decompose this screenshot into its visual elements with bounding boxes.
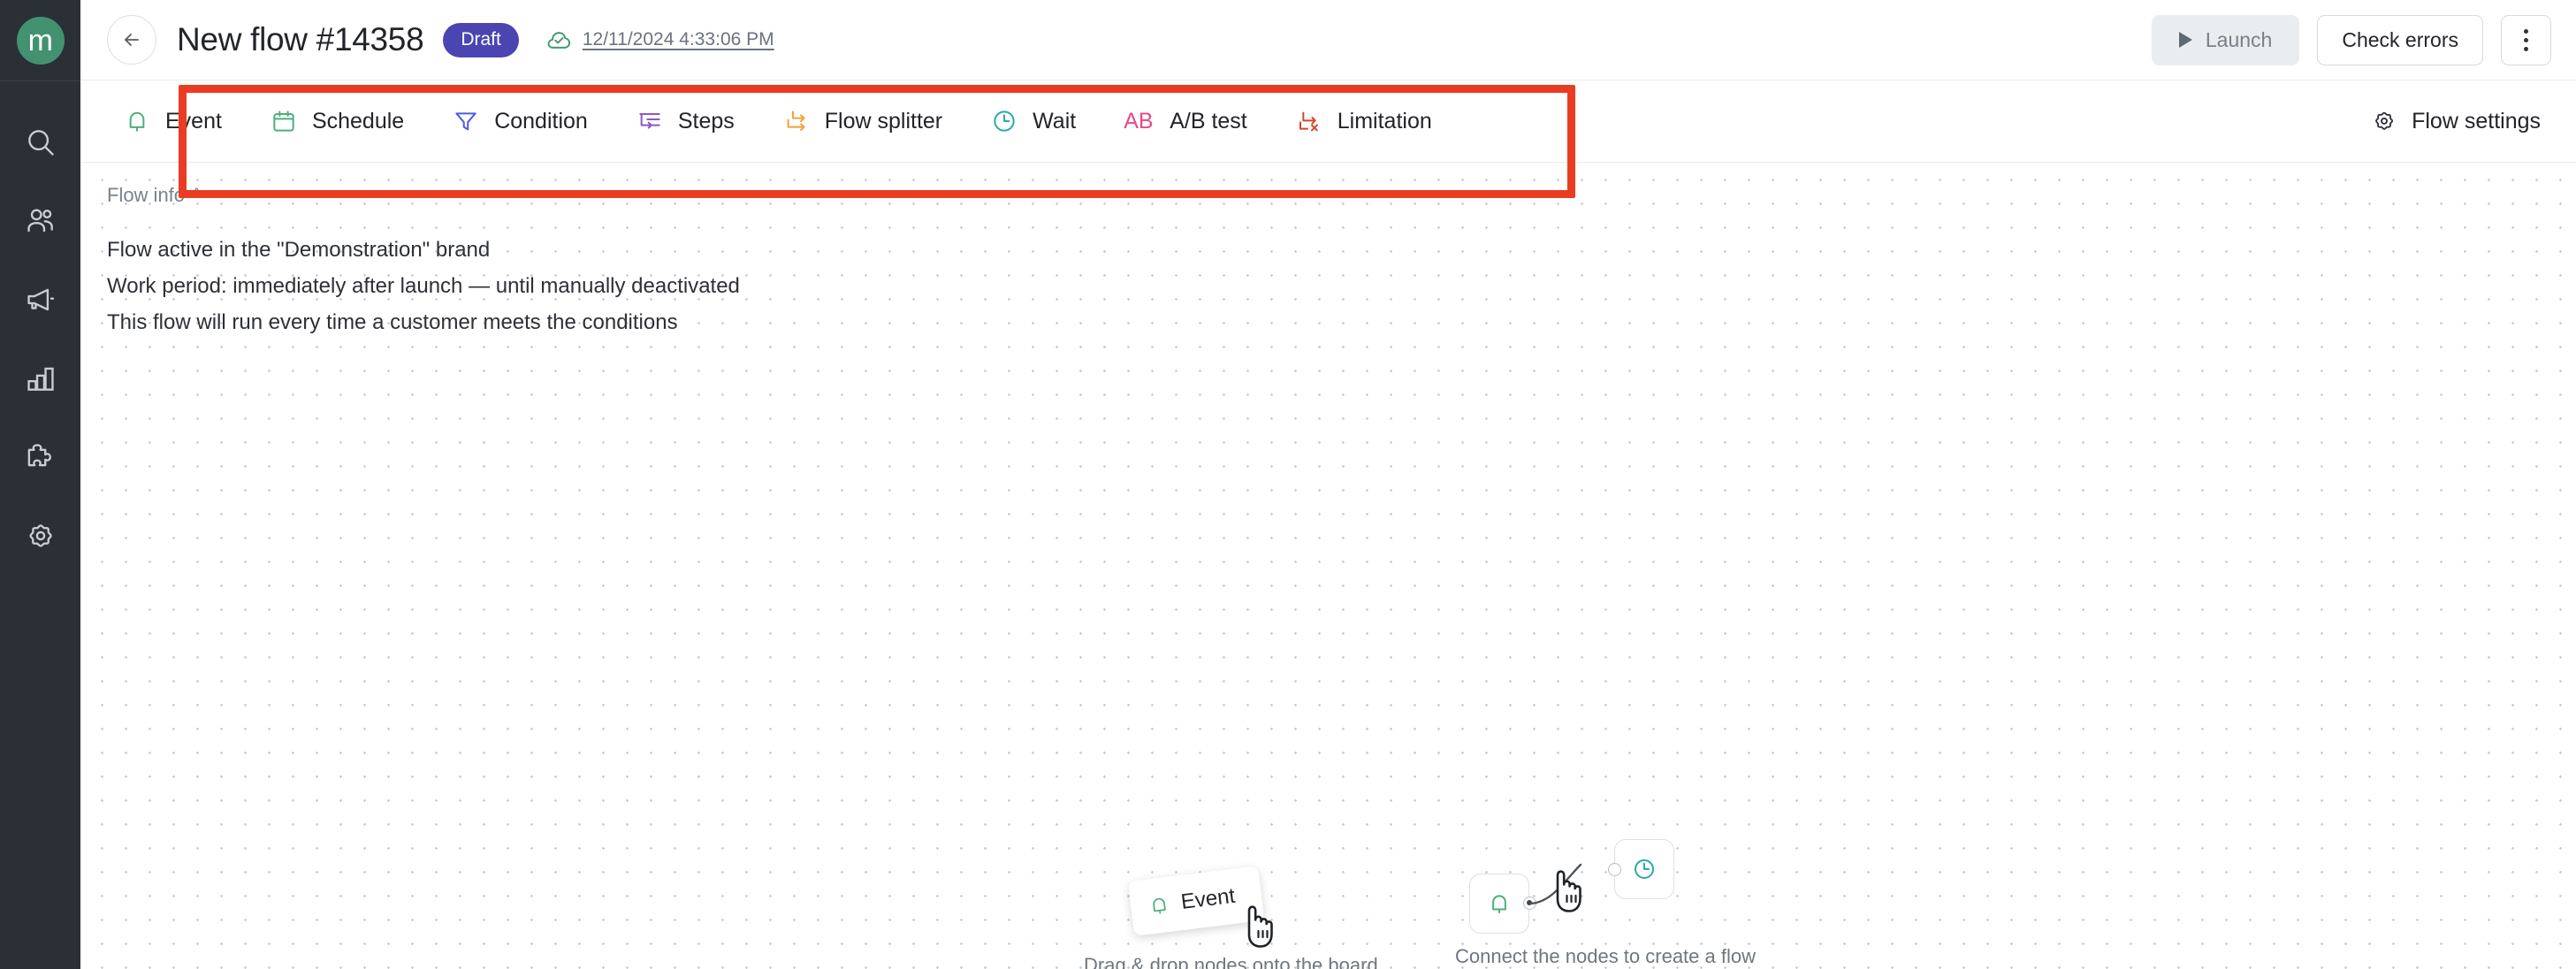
flow-info-line: Work period: immediately after launch — … [107, 274, 740, 298]
check-errors-button[interactable]: Check errors [2317, 14, 2483, 65]
sidebar-nav-list [0, 81, 80, 575]
last-saved[interactable]: 12/11/2024 4:33:06 PM [545, 27, 774, 54]
toolbar-item-limitation[interactable]: Limitation [1271, 80, 1456, 163]
flow-info-toggle[interactable]: Flow info ^ [107, 184, 201, 207]
hint-connect-nodes: Connect the nodes to create a flow [1446, 835, 1764, 968]
toolbar-item-schedule[interactable]: Schedule [246, 80, 428, 163]
sidebar-item-search[interactable] [0, 103, 80, 181]
cloud-check-icon [547, 31, 570, 49]
page-header: New flow #14358 Draft 12/11/2024 4:33:06… [80, 0, 2576, 80]
funnel-icon [455, 112, 476, 131]
toolbar-item-label: Condition [494, 108, 588, 134]
toolbar-item-event[interactable]: Event [107, 80, 246, 163]
toolbar-item-wait[interactable]: Wait [966, 80, 1100, 163]
back-button[interactable] [107, 15, 156, 65]
toolbar-item-label: Schedule [311, 108, 405, 134]
saved-timestamp[interactable]: 12/11/2024 4:33:06 PM [583, 29, 774, 50]
sidebar-item-audience[interactable] [0, 181, 80, 260]
clock-icon [1635, 859, 1654, 879]
hint-drag-and-drop: Event Drag & drop nodes onto the board [1084, 861, 1378, 969]
toolbar-item-label: Event [165, 108, 222, 134]
grab-hand-cursor [1556, 870, 1581, 912]
toolbar-right-actions: Flow settings [2353, 108, 2551, 134]
search-icon [27, 129, 54, 156]
bell-icon [1153, 897, 1167, 914]
header-actions: Launch Check errors [2151, 14, 2551, 65]
play-icon [2178, 32, 2192, 48]
clock-icon [994, 111, 1015, 132]
toolbar-item-label: Steps [677, 108, 735, 134]
toolbar-item-label: Limitation [1337, 108, 1432, 134]
users-icon [27, 208, 53, 232]
more-vertical-icon [2524, 28, 2528, 34]
flow-info-label: Flow info [107, 184, 186, 206]
grab-hand-cursor [1248, 905, 1274, 948]
sidebar-item-campaigns[interactable] [0, 260, 80, 339]
hint-connect-illustration [1446, 835, 1764, 945]
toolbar-item-label: Wait [1033, 108, 1077, 134]
node-toolbar: Event Schedule Condition Steps Flow spli… [80, 80, 2576, 163]
hint-caption: Drag & drop nodes onto the board [1084, 954, 1378, 969]
sidebar-item-settings[interactable] [0, 496, 80, 575]
node-card-wait [1614, 839, 1674, 899]
ab-test-icon: AB [1124, 108, 1154, 134]
gear-icon [2375, 111, 2394, 130]
hint-drag-illustration: Event [1102, 861, 1359, 954]
chevron-up-icon: ^ [193, 185, 201, 204]
sidebar-item-analytics[interactable] [0, 339, 80, 417]
launch-button-label: Launch [2205, 27, 2273, 51]
more-options-button[interactable] [2501, 14, 2551, 65]
bell-icon [1492, 895, 1506, 913]
flow-settings-button[interactable]: Flow settings [2353, 108, 2551, 134]
hint-caption: Connect the nodes to create a flow [1455, 945, 1756, 967]
app-logo[interactable]: m [0, 0, 80, 80]
toolbar-item-steps[interactable]: Steps [612, 80, 758, 163]
arrow-left-icon [125, 34, 139, 46]
flow-info-line: Flow active in the "Demonstration" brand [107, 238, 491, 262]
bell-icon [129, 111, 145, 132]
toolbar-item-condition[interactable]: Condition [428, 80, 612, 163]
bar-chart-icon [27, 367, 54, 391]
calendar-icon [273, 111, 294, 132]
puzzle-icon [27, 443, 51, 466]
megaphone-icon [27, 288, 54, 310]
flow-canvas[interactable]: Flow info ^ Flow active in the "Demonstr… [80, 163, 2576, 969]
flow-settings-label: Flow settings [2412, 108, 2541, 134]
steps-icon [639, 113, 660, 129]
node-card-event [1469, 874, 1529, 934]
toolbar-item-label: A/B test [1170, 108, 1247, 134]
flow-info-text: Flow active in the "Demonstration" brand… [107, 238, 740, 335]
sidebar-item-integrations[interactable] [0, 417, 80, 496]
toolbar-item-label: Flow splitter [824, 108, 943, 134]
flow-info-line: This flow will run every time a customer… [107, 310, 678, 334]
toolbar-item-ab-test[interactable]: AB A/B test [1100, 80, 1271, 163]
gear-icon [28, 523, 52, 547]
launch-button[interactable]: Launch [2151, 14, 2300, 65]
left-sidebar: m [0, 0, 80, 969]
status-badge: Draft [443, 22, 519, 57]
app-root: m New flow #14358 Draft 12/11/2024 4:33:… [0, 0, 2576, 969]
limitation-icon [1299, 111, 1318, 132]
toolbar-item-flow-splitter[interactable]: Flow splitter [758, 80, 966, 163]
flow-splitter-icon [787, 111, 805, 131]
logo-letter: m [16, 16, 65, 65]
main-area: New flow #14358 Draft 12/11/2024 4:33:06… [80, 0, 2576, 969]
page-title: New flow #14358 [177, 21, 424, 57]
chip-label: Event [1179, 883, 1237, 914]
